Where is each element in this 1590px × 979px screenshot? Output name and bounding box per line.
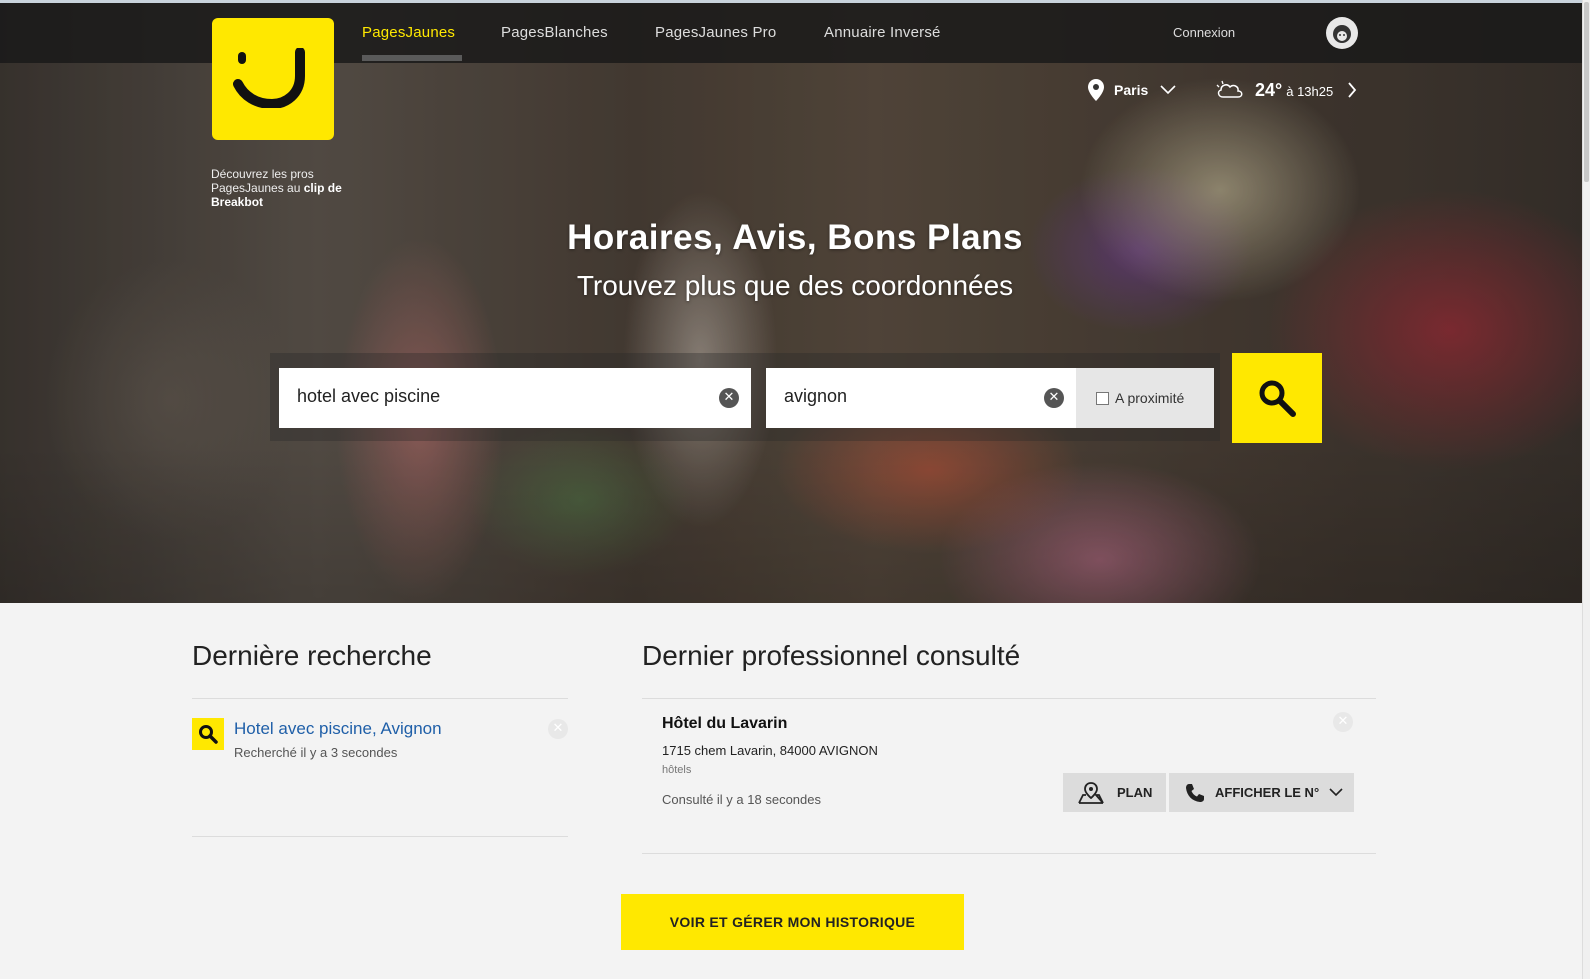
last-pro-title: Dernier professionnel consulté: [642, 640, 1021, 671]
divider: [192, 698, 568, 699]
hero-headline: Horaires, Avis, Bons Plans: [567, 218, 1023, 257]
scrollbar[interactable]: [1582, 0, 1590, 979]
chevron-right-icon[interactable]: [1347, 82, 1357, 98]
clear-where-icon[interactable]: ✕: [1044, 388, 1064, 408]
weather-widget[interactable]: 24° à 13h25: [1215, 78, 1357, 102]
phone-icon: [1186, 783, 1204, 802]
proximite-label: A proximité: [1115, 390, 1185, 406]
divider: [642, 698, 1376, 699]
search-icon: [199, 725, 218, 744]
promo-prefix: Découvrez les pros PagesJaunes au: [211, 167, 314, 195]
last-search-link[interactable]: Hotel avec piscine, Avignon: [234, 719, 442, 739]
proximite-checkbox[interactable]: [1096, 391, 1109, 405]
history-button[interactable]: VOIR ET GÉRER MON HISTORIQUE: [621, 894, 964, 950]
pro-consulted-time: Consulté il y a 18 secondes: [662, 792, 821, 807]
smiley-icon: [233, 48, 305, 108]
search-history-icon: [192, 718, 224, 750]
hero-subheadline: Trouvez plus que des coordonnées: [576, 270, 1014, 301]
last-search-title: Dernière recherche: [192, 640, 432, 671]
what-field[interactable]: ✕: [279, 368, 751, 428]
where-field[interactable]: ✕: [766, 368, 1076, 428]
location-pin-icon: [1088, 79, 1104, 101]
search-button[interactable]: [1232, 353, 1322, 443]
map-pin-icon: [1078, 781, 1104, 804]
nav-annuaire-inverse[interactable]: Annuaire Inversé: [824, 24, 941, 41]
plan-button[interactable]: PLAN: [1063, 773, 1166, 812]
show-phone-label: AFFICHER LE N°: [1215, 785, 1320, 800]
nav-pagesblanches[interactable]: PagesBlanches: [501, 24, 608, 41]
weather-temperature: 24°: [1255, 79, 1283, 100]
connexion-link[interactable]: Connexion: [1173, 25, 1235, 40]
pro-address: 1715 chem Lavarin, 84000 AVIGNON: [662, 743, 878, 758]
user-icon: [1333, 25, 1351, 43]
location-city: Paris: [1114, 82, 1149, 98]
cloud-sun-icon: [1216, 80, 1243, 98]
divider: [192, 836, 568, 837]
pro-name[interactable]: Hôtel du Lavarin: [662, 715, 787, 733]
chevron-down-icon: [1160, 85, 1176, 95]
last-search-time: Recherché il y a 3 secondes: [234, 745, 398, 760]
scrollbar-thumb[interactable]: [1584, 2, 1589, 182]
search-icon: [1259, 380, 1296, 417]
user-avatar[interactable]: [1326, 17, 1358, 49]
show-phone-button[interactable]: AFFICHER LE N°: [1169, 773, 1354, 812]
clear-what-icon[interactable]: ✕: [719, 388, 739, 408]
remove-search-icon[interactable]: ✕: [548, 719, 568, 739]
location-selector[interactable]: Paris: [1088, 78, 1176, 102]
nav-pagesjaunes-pro[interactable]: PagesJaunes Pro: [655, 24, 776, 41]
promo-text[interactable]: Découvrez les pros PagesJaunes au clip d…: [211, 167, 381, 209]
plan-label: PLAN: [1117, 785, 1153, 800]
divider: [642, 853, 1376, 854]
where-input[interactable]: [784, 386, 1024, 407]
active-tab-indicator: [362, 55, 462, 61]
pagesjaunes-logo[interactable]: [212, 18, 334, 140]
proximite-toggle[interactable]: A proximité: [1076, 368, 1214, 428]
pro-category: hôtels: [662, 764, 692, 776]
chevron-down-icon: [1329, 788, 1343, 797]
hero-gradient: [0, 443, 1590, 603]
what-input[interactable]: [297, 386, 677, 407]
weather-time: à 13h25: [1286, 84, 1334, 99]
remove-pro-icon[interactable]: ✕: [1333, 712, 1353, 732]
nav-pagesjaunes[interactable]: PagesJaunes: [362, 24, 455, 41]
